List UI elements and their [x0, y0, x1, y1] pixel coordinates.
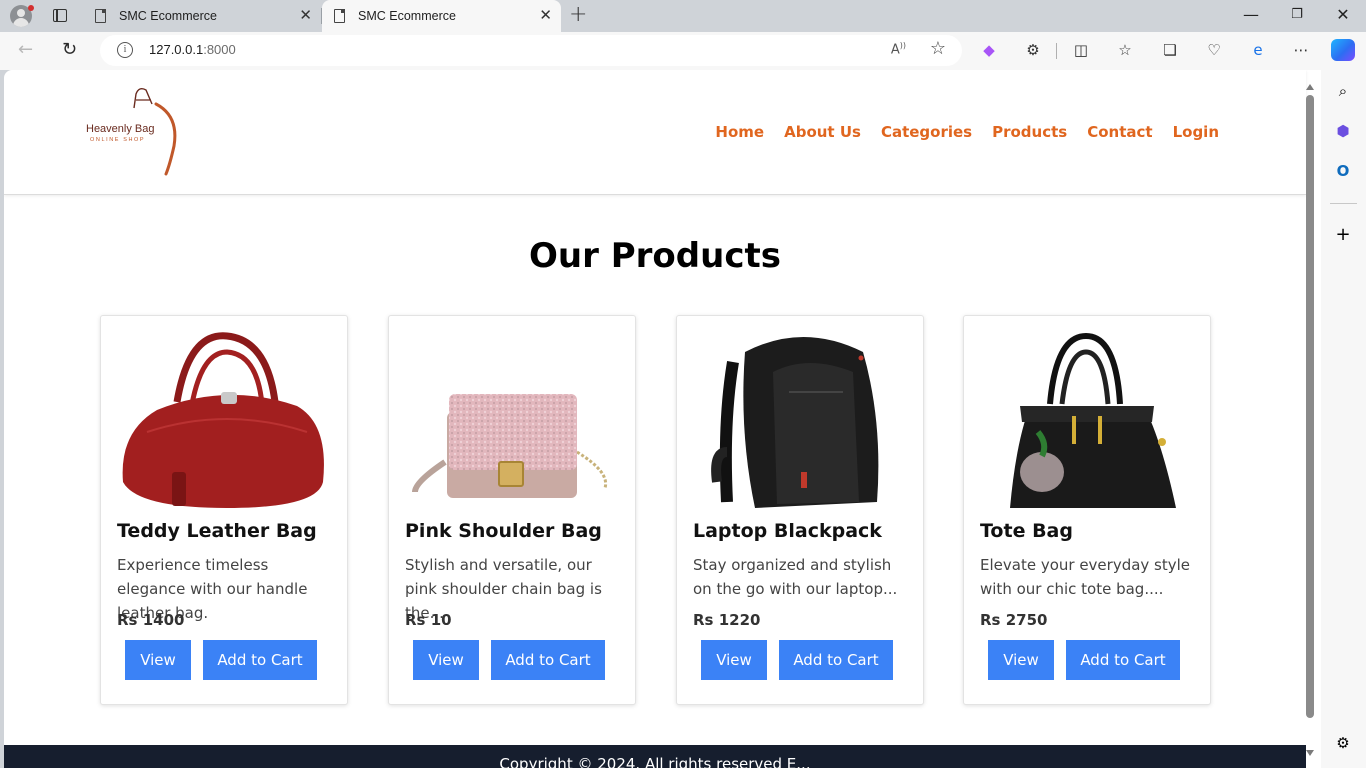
- tab-actions-icon[interactable]: [53, 9, 67, 22]
- product-card: Laptop Blackpack Stay organized and styl…: [676, 315, 924, 705]
- tab-close-icon[interactable]: ✕: [539, 7, 552, 23]
- product-description: Stay organized and stylish on the go wit…: [693, 556, 898, 598]
- browser-sidebar: ⌕ ⬢ O + ⚙: [1321, 70, 1366, 768]
- product-description: Elevate your everyday style with our chi…: [980, 556, 1191, 598]
- notification-dot: [28, 5, 34, 11]
- split-screen-icon[interactable]: ◫: [1072, 41, 1090, 59]
- browser-tab-1[interactable]: SMC Ecommerce ✕: [83, 0, 321, 32]
- product-image[interactable]: [117, 332, 331, 508]
- copyright-text: Copyright © 2024. All rights reserved E.…: [499, 755, 811, 768]
- site-footer: Copyright © 2024. All rights reserved E.…: [4, 745, 1306, 768]
- browser-toolbar: ← ↻ i 127.0.0.1:8000 A)) ☆ ◆ ⚙ ◫ ☆ ❏ ♡ e…: [0, 32, 1366, 70]
- search-icon[interactable]: ⌕: [1334, 82, 1352, 100]
- product-name[interactable]: Tote Bag: [980, 520, 1073, 542]
- tab-title: SMC Ecommerce: [119, 9, 217, 23]
- nav-about-us[interactable]: About Us: [784, 123, 861, 141]
- vertical-scrollbar[interactable]: [1305, 76, 1315, 762]
- view-button[interactable]: View: [125, 640, 191, 680]
- reload-icon[interactable]: ↻: [62, 40, 77, 60]
- brand-tagline: ONLINE SHOP: [90, 137, 146, 143]
- tab-close-icon[interactable]: ✕: [299, 7, 312, 23]
- page-icon: [95, 9, 106, 23]
- product-card: Teddy Leather Bag Experience timeless el…: [100, 315, 348, 705]
- product-price: Rs 10: [405, 611, 452, 629]
- nav-home[interactable]: Home: [715, 123, 764, 141]
- page-viewport: Heavenly Bag ONLINE SHOP Home About Us C…: [4, 70, 1321, 768]
- new-tab-icon[interactable]: +: [569, 3, 587, 27]
- back-icon[interactable]: ←: [18, 40, 33, 60]
- site-logo[interactable]: Heavenly Bag ONLINE SHOP: [84, 86, 184, 178]
- add-to-cart-button[interactable]: Add to Cart: [203, 640, 317, 680]
- brand-name: Heavenly Bag: [86, 123, 155, 135]
- url-text[interactable]: 127.0.0.1:8000: [149, 42, 236, 57]
- sidebar-settings-icon[interactable]: ⚙: [1334, 734, 1352, 752]
- view-button[interactable]: View: [413, 640, 479, 680]
- add-to-cart-button[interactable]: Add to Cart: [1066, 640, 1180, 680]
- sidebar-divider: [1330, 203, 1357, 204]
- browser-essentials-icon[interactable]: ♡: [1205, 41, 1223, 59]
- minimize-icon[interactable]: —: [1236, 5, 1266, 24]
- close-window-icon[interactable]: ✕: [1328, 5, 1358, 24]
- view-button[interactable]: View: [988, 640, 1054, 680]
- page-icon: [334, 9, 345, 23]
- favorite-star-icon[interactable]: ☆: [930, 38, 946, 59]
- scroll-thumb[interactable]: [1306, 95, 1314, 718]
- address-bar[interactable]: i 127.0.0.1:8000 A)) ☆: [100, 35, 962, 66]
- add-to-cart-button[interactable]: Add to Cart: [779, 640, 893, 680]
- tab-title: SMC Ecommerce: [358, 9, 456, 23]
- toolbar-divider: [1056, 43, 1057, 59]
- product-name[interactable]: Laptop Blackpack: [693, 520, 882, 542]
- site-info-icon[interactable]: i: [117, 42, 133, 58]
- product-card: Pink Shoulder Bag Stylish and versatile,…: [388, 315, 636, 705]
- red-leather-handbag-icon: [122, 332, 324, 508]
- nav-products[interactable]: Products: [992, 123, 1067, 141]
- product-price: Rs 1220: [693, 611, 761, 629]
- product-image[interactable]: [693, 332, 907, 508]
- scroll-up-arrow-icon[interactable]: [1306, 84, 1314, 90]
- main-nav: Home About Us Categories Products Contac…: [715, 123, 1219, 141]
- add-sidebar-app-icon[interactable]: +: [1334, 226, 1352, 244]
- product-card: Tote Bag Elevate your everyday style wit…: [963, 315, 1211, 705]
- browser-tab-2[interactable]: SMC Ecommerce ✕: [322, 0, 561, 32]
- product-name[interactable]: Pink Shoulder Bag: [405, 520, 602, 542]
- black-laptop-backpack-icon: [711, 337, 879, 508]
- more-menu-icon[interactable]: ⋯: [1292, 41, 1310, 59]
- restore-icon[interactable]: ❐: [1282, 7, 1312, 22]
- product-price: Rs 1400: [117, 611, 185, 629]
- read-aloud-icon[interactable]: A)): [891, 41, 906, 57]
- extensions-puzzle-icon[interactable]: ⚙: [1024, 41, 1042, 59]
- copilot-sidebar-icon[interactable]: ⬢: [1334, 122, 1352, 140]
- browser-tab-bar: SMC Ecommerce ✕ SMC Ecommerce ✕ + — ❐ ✕: [0, 0, 1366, 32]
- nav-login[interactable]: Login: [1173, 123, 1219, 141]
- nav-categories[interactable]: Categories: [881, 123, 972, 141]
- page-title: Our Products: [529, 236, 781, 276]
- site-header: Heavenly Bag ONLINE SHOP Home About Us C…: [4, 70, 1306, 195]
- product-price: Rs 2750: [980, 611, 1048, 629]
- pink-glitter-shoulder-bag-icon: [412, 394, 608, 498]
- product-image[interactable]: [980, 332, 1194, 508]
- collections-icon[interactable]: ❏: [1161, 41, 1179, 59]
- edge-icon[interactable]: e: [1249, 41, 1267, 59]
- product-image[interactable]: [405, 332, 619, 508]
- outlook-icon[interactable]: O: [1334, 162, 1352, 180]
- add-to-cart-button[interactable]: Add to Cart: [491, 640, 605, 680]
- extension-color-icon[interactable]: ◆: [980, 41, 998, 59]
- nav-contact[interactable]: Contact: [1087, 123, 1152, 141]
- scroll-down-arrow-icon[interactable]: [1306, 750, 1314, 756]
- black-tote-bag-icon: [1010, 332, 1176, 508]
- product-name[interactable]: Teddy Leather Bag: [117, 520, 317, 542]
- favorites-icon[interactable]: ☆: [1116, 41, 1134, 59]
- copilot-icon[interactable]: [1331, 39, 1355, 61]
- view-button[interactable]: View: [701, 640, 767, 680]
